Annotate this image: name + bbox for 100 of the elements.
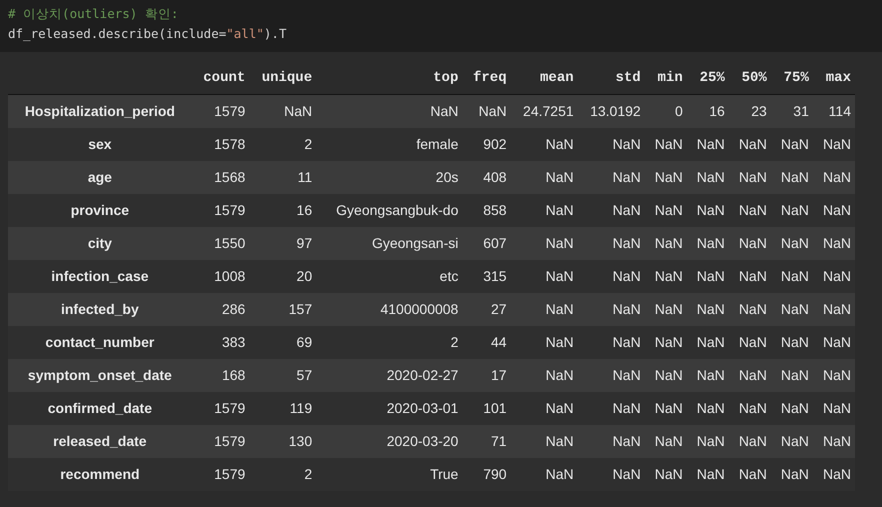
- table-cell: 315: [462, 260, 511, 292]
- table-cell: Gyeongsangbuk-do: [316, 194, 462, 226]
- table-cell: NaN: [578, 392, 645, 424]
- table-cell: NaN: [644, 160, 687, 194]
- table-cell: NaN: [812, 160, 855, 194]
- table-cell: 858: [462, 194, 511, 226]
- table-cell: NaN: [686, 392, 729, 424]
- table-cell: NaN: [644, 424, 687, 458]
- table-cell: 20: [249, 260, 316, 292]
- table-cell: NaN: [686, 358, 729, 392]
- table-cell: NaN: [578, 226, 645, 260]
- table-cell: NaN: [728, 260, 771, 292]
- row-header: confirmed_date: [8, 392, 192, 424]
- table-cell: 1550: [192, 226, 250, 260]
- table-cell: NaN: [510, 260, 578, 292]
- row-header: sex: [8, 128, 192, 160]
- table-cell: NaN: [686, 194, 729, 226]
- table-cell: True: [316, 458, 462, 490]
- table-cell: NaN: [578, 358, 645, 392]
- table-cell: female: [316, 128, 462, 160]
- table-cell: NaN: [770, 424, 813, 458]
- table-cell: NaN: [578, 292, 645, 326]
- table-cell: 16: [686, 94, 729, 128]
- table-cell: 1579: [192, 392, 250, 424]
- table-cell: NaN: [644, 358, 687, 392]
- table-cell: NaN: [686, 260, 729, 292]
- row-header: infection_case: [8, 260, 192, 292]
- table-cell: 13.0192: [578, 94, 645, 128]
- row-header: infected_by: [8, 292, 192, 326]
- table-cell: 408: [462, 160, 511, 194]
- table-cell: 383: [192, 326, 250, 358]
- table-cell: 1008: [192, 260, 250, 292]
- table-cell: NaN: [812, 458, 855, 490]
- table-cell: 16: [249, 194, 316, 226]
- table-cell: 69: [249, 326, 316, 358]
- table-cell: NaN: [686, 128, 729, 160]
- table-cell: NaN: [510, 128, 578, 160]
- table-cell: NaN: [728, 326, 771, 358]
- table-cell: NaN: [644, 458, 687, 490]
- table-cell: NaN: [728, 458, 771, 490]
- table-cell: NaN: [812, 292, 855, 326]
- table-cell: NaN: [686, 292, 729, 326]
- table-cell: 71: [462, 424, 511, 458]
- table-cell: NaN: [644, 226, 687, 260]
- table-cell: NaN: [578, 458, 645, 490]
- table-cell: NaN: [812, 326, 855, 358]
- table-cell: NaN: [686, 326, 729, 358]
- table-cell: NaN: [728, 424, 771, 458]
- table-cell: 2: [249, 128, 316, 160]
- table-cell: NaN: [728, 226, 771, 260]
- table-cell: NaN: [462, 94, 511, 128]
- row-header: Hospitalization_period: [8, 94, 192, 128]
- table-cell: 1568: [192, 160, 250, 194]
- table-cell: 1579: [192, 424, 250, 458]
- table-cell: NaN: [510, 424, 578, 458]
- table-cell: 2: [316, 326, 462, 358]
- table-cell: NaN: [510, 194, 578, 226]
- table-cell: NaN: [770, 226, 813, 260]
- code-line[interactable]: df_released.describe(include="all").T: [8, 24, 286, 44]
- table-cell: NaN: [686, 160, 729, 194]
- table-cell: 2020-03-20: [316, 424, 462, 458]
- table-cell: NaN: [510, 358, 578, 392]
- table-cell: NaN: [812, 226, 855, 260]
- table-cell: NaN: [578, 128, 645, 160]
- row-header: contact_number: [8, 326, 192, 358]
- table-cell: NaN: [510, 392, 578, 424]
- table-cell: NaN: [578, 424, 645, 458]
- table-cell: 24.7251: [510, 94, 578, 128]
- table-cell: 902: [462, 128, 511, 160]
- table-cell: NaN: [770, 292, 813, 326]
- table-cell: NaN: [770, 260, 813, 292]
- table-cell: NaN: [728, 392, 771, 424]
- table-cell: 31: [770, 94, 813, 128]
- table-cell: 1579: [192, 94, 250, 128]
- table-cell: 286: [192, 292, 250, 326]
- table-cell: NaN: [770, 326, 813, 358]
- table-cell: NaN: [812, 194, 855, 226]
- table-cell: NaN: [728, 128, 771, 160]
- table-cell: NaN: [578, 260, 645, 292]
- table-cell: NaN: [644, 326, 687, 358]
- table-cell: 607: [462, 226, 511, 260]
- table-cell: NaN: [728, 160, 771, 194]
- table-cell: NaN: [728, 358, 771, 392]
- table-cell: 4100000008: [316, 292, 462, 326]
- table-cell: NaN: [770, 358, 813, 392]
- table-cell: NaN: [770, 160, 813, 194]
- row-header: symptom_onset_date: [8, 358, 192, 392]
- table-cell: NaN: [249, 94, 316, 128]
- table-cell: NaN: [812, 392, 855, 424]
- table-cell: 101: [462, 392, 511, 424]
- table-cell: 57: [249, 358, 316, 392]
- table-cell: NaN: [510, 226, 578, 260]
- table-cell: NaN: [510, 326, 578, 358]
- table-cell: 44: [462, 326, 511, 358]
- table-cell: NaN: [578, 160, 645, 194]
- table-cell: NaN: [686, 424, 729, 458]
- table-cell: NaN: [644, 128, 687, 160]
- table-cell: 97: [249, 226, 316, 260]
- table-cell: NaN: [728, 292, 771, 326]
- table-cell: 20s: [316, 160, 462, 194]
